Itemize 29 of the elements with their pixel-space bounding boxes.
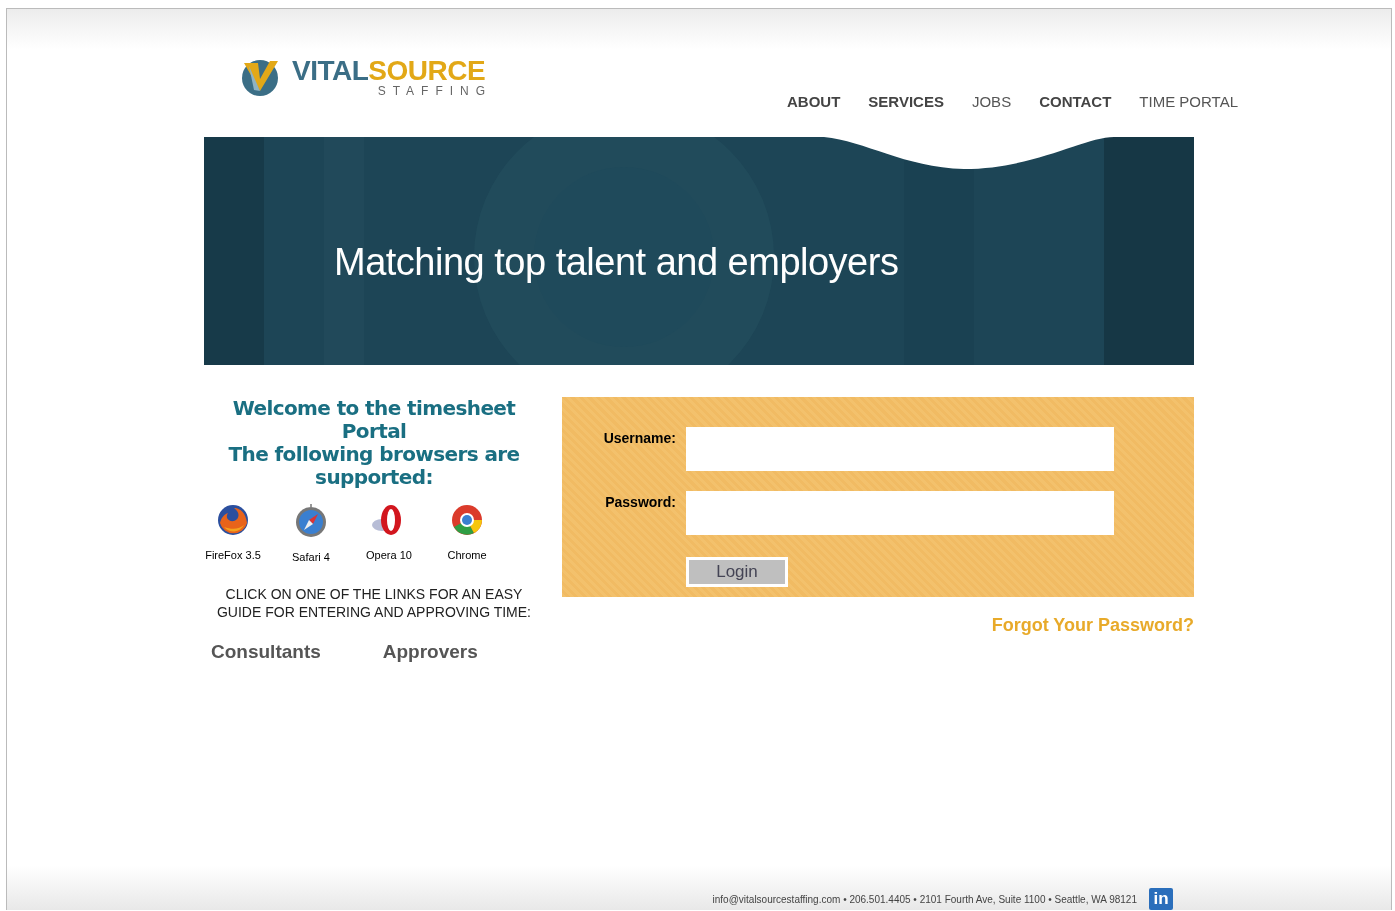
password-field[interactable] xyxy=(686,491,1114,535)
linkedin-button[interactable]: in xyxy=(1149,888,1173,910)
compass-icon xyxy=(294,503,328,539)
checkmark-logo-icon xyxy=(240,57,280,97)
browser-label: FireFox 3.5 xyxy=(205,549,261,561)
nav-link[interactable]: ABOUT xyxy=(787,93,841,110)
chrome-icon xyxy=(450,503,484,537)
field-label: Password: xyxy=(604,493,676,512)
firefox-icon xyxy=(216,503,250,537)
logo-text: SOURCE xyxy=(368,57,486,85)
browser-label: Opera 10 xyxy=(366,549,412,561)
login-button[interactable]: Login xyxy=(686,557,788,587)
guide-text: CLICK ON ONE OF THE LINKS FOR AN EASY GUIDE FOR ENTERING AND APPROVING TIME: xyxy=(216,585,532,621)
welcome-subtitle: The following browsers are supported: xyxy=(227,443,521,489)
browser-label: Safari 4 xyxy=(292,551,330,563)
footer-contact: info@vitalsourcestaffing.com • 206.501.4405 • 2101 Fourth Ave, Suite 1100 • Seattle, WA 98121 xyxy=(712,894,1137,907)
nav-link[interactable]: CONTACT xyxy=(1039,93,1112,110)
nav-link[interactable]: JOBS xyxy=(971,93,1012,110)
nav-link[interactable]: SERVICES xyxy=(868,93,944,110)
field-label: Username: xyxy=(602,429,676,448)
banner-headline: Matching top talent and employers xyxy=(334,241,899,284)
browser-label: Chrome xyxy=(447,549,487,561)
guide-link[interactable]: Approvers xyxy=(382,641,478,663)
nav-link[interactable]: TIME PORTAL xyxy=(1139,93,1238,110)
guide-link[interactable]: Consultants xyxy=(211,641,321,663)
logo-text: VITAL xyxy=(292,57,369,85)
username-field[interactable] xyxy=(686,427,1114,471)
logo-tagline: STAFFING xyxy=(377,85,493,97)
welcome-title: Welcome to the timesheet Portal xyxy=(231,397,517,443)
